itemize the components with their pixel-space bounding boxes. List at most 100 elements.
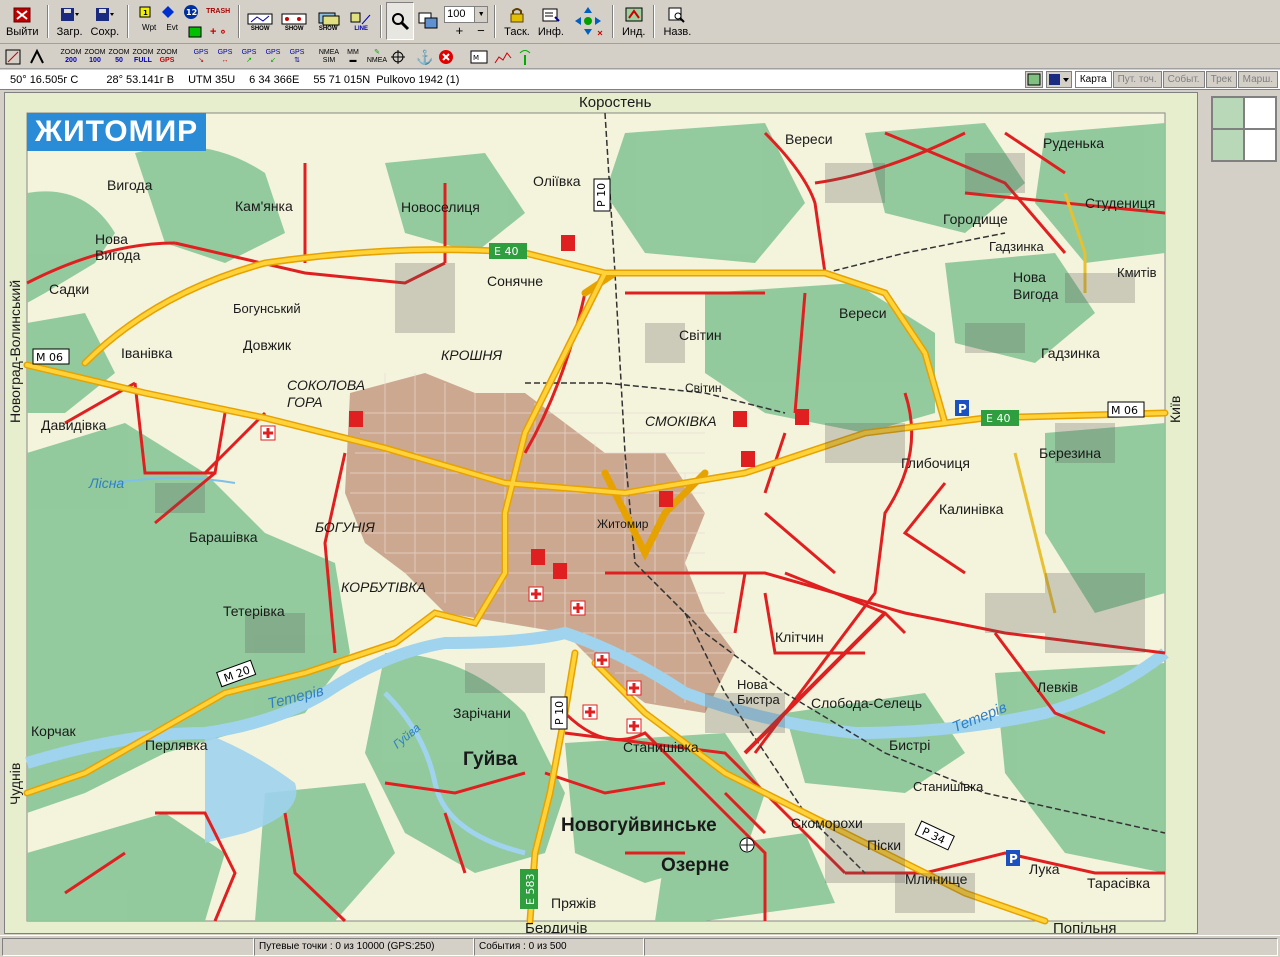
- tab-waypoints[interactable]: Пут. точ.: [1112, 71, 1162, 88]
- zoom-50-button[interactable]: ZOOM 50: [108, 47, 130, 67]
- zoom-200-button[interactable]: ZOOM 200: [60, 47, 82, 67]
- map-label-berdychiv[interactable]: Бердичів: [525, 920, 587, 933]
- map-label-mlynyshche[interactable]: Млинище: [905, 871, 967, 887]
- map-label-teterivka[interactable]: Тетерівка: [223, 603, 285, 619]
- map-label-svityn-n[interactable]: Світин: [679, 327, 722, 343]
- map-canvas[interactable]: E 40 E 40 M 06 M 06 P 10 P 10 M 20 P 34 …: [4, 92, 1198, 934]
- zoom-in-icon[interactable]: +: [456, 23, 464, 38]
- zoom-select[interactable]: 100 ▼: [444, 5, 489, 23]
- gps-button-2[interactable]: GPS ↔: [214, 47, 236, 67]
- map-label-lisna-river[interactable]: Лісна: [89, 475, 124, 491]
- map-label-perliavka[interactable]: Перлявка: [145, 737, 208, 753]
- chevron-down-icon[interactable]: ▼: [474, 6, 488, 22]
- indicator-button[interactable]: Инд.: [618, 2, 649, 40]
- map-label-korbutivka[interactable]: КОРБУТІВКА: [341, 579, 426, 595]
- map-label-rudenka[interactable]: Руденька: [1043, 135, 1104, 151]
- map-label-pisky[interactable]: Піски: [867, 837, 901, 853]
- map-label-horodyshche[interactable]: Городище: [943, 211, 1008, 227]
- map-label-sonyachne[interactable]: Сонячне: [487, 273, 543, 289]
- minimap-tile[interactable]: [1212, 97, 1244, 129]
- map-label-kmytiv[interactable]: Кмитів: [1117, 265, 1157, 280]
- tab-track[interactable]: Трек: [1205, 71, 1237, 88]
- map-label-chudniv[interactable]: Чуднів: [7, 763, 23, 805]
- tab-events[interactable]: Событ.: [1162, 71, 1205, 88]
- map-label-klitchyn[interactable]: Клітчин: [775, 629, 824, 645]
- map-image-icon[interactable]: [1024, 71, 1043, 88]
- exit-button[interactable]: Выйти: [2, 2, 43, 40]
- mm-button[interactable]: MM ▬: [342, 47, 364, 67]
- map-label-ivanivka[interactable]: Іванівка: [121, 345, 172, 361]
- zoom-out-icon[interactable]: −: [477, 23, 485, 38]
- map-label-zarichany[interactable]: Зарічани: [453, 705, 511, 721]
- add-point-icon[interactable]: + ∘: [208, 23, 228, 41]
- map-label-sloboda[interactable]: Слобода-Селець: [811, 695, 922, 711]
- zoom-full-button[interactable]: ZOOM FULL: [132, 47, 154, 67]
- map-label-hadzynka-n[interactable]: Гадзинка: [989, 239, 1044, 254]
- map-label-huiva[interactable]: Гуйва: [463, 749, 517, 771]
- anchor-icon[interactable]: ⚓: [414, 47, 436, 67]
- profile-icon[interactable]: [494, 47, 516, 67]
- map-label-novoselytsia[interactable]: Новоселиця: [401, 199, 480, 215]
- map-label-oliivka[interactable]: Оліївка: [533, 173, 581, 189]
- map-label-barashivka[interactable]: Барашівка: [189, 529, 258, 545]
- save-button[interactable]: Сохр.: [87, 2, 124, 40]
- gps-button-4[interactable]: GPS ↙: [262, 47, 284, 67]
- window-tool-button[interactable]: [414, 2, 442, 40]
- map-label-davydivka[interactable]: Давидівка: [41, 417, 106, 433]
- map-label-kamianka[interactable]: Кам'янка: [235, 198, 293, 214]
- gps-button-5[interactable]: GPS ⇅: [286, 47, 308, 67]
- map-label-berezyna[interactable]: Березина: [1039, 445, 1101, 461]
- map-label-sadky[interactable]: Садки: [49, 281, 89, 297]
- map-label-sokolova-hora[interactable]: СОКОЛОВА ГОРА: [287, 377, 367, 411]
- map-label-korosten[interactable]: Коростень: [579, 94, 651, 111]
- map-label-nova-vyhoda-e[interactable]: Нова Вигода: [1013, 269, 1073, 303]
- crosshair-icon[interactable]: [390, 47, 412, 67]
- map-label-bystri[interactable]: Бистрі: [889, 737, 930, 753]
- zoom-100-button[interactable]: ZOOM 100: [84, 47, 106, 67]
- map-label-dovzhyk[interactable]: Довжик: [243, 337, 291, 353]
- overview-minimap[interactable]: [1211, 96, 1277, 162]
- zoom-tool-button[interactable]: [386, 2, 415, 40]
- event-number-icon[interactable]: 12: [181, 3, 201, 21]
- map-label-vyhoda[interactable]: Вигода: [107, 177, 152, 193]
- tab-route[interactable]: Марш.: [1237, 71, 1278, 88]
- tab-map[interactable]: Карта: [1074, 71, 1112, 88]
- map-label-popilnia[interactable]: Попільня: [1053, 920, 1117, 933]
- trash-button[interactable]: TRASH: [204, 3, 232, 21]
- map-label-hadzynka-s[interactable]: Гадзинка: [1041, 345, 1100, 361]
- map-label-novograd[interactable]: Новоград-Волинський: [7, 280, 23, 423]
- map-label-hlybochytsia[interactable]: Глибочиця: [901, 455, 970, 471]
- map-label-levkiv[interactable]: Левків: [1037, 679, 1078, 695]
- map-label-kyiv[interactable]: Київ: [1167, 396, 1183, 423]
- minimap-tile[interactable]: [1212, 129, 1244, 161]
- line-button[interactable]: LINE: [348, 5, 374, 39]
- map-label-ozerne[interactable]: Озерне: [661, 855, 729, 877]
- map-label-zhytomyr[interactable]: Житомир: [597, 517, 648, 531]
- zoom-gps-button[interactable]: ZOOM GPS: [156, 47, 178, 67]
- info-button[interactable]: Инф.: [534, 2, 568, 40]
- scale-tool-icon[interactable]: [4, 47, 26, 67]
- map-label-stanyshivka-e[interactable]: Станишівка: [913, 779, 983, 794]
- route-show-button[interactable]: SHOW: [280, 5, 308, 39]
- map-label-luka[interactable]: Лука: [1029, 861, 1060, 877]
- map-label-bohuniia[interactable]: БОГУНІЯ: [315, 519, 375, 535]
- map-label-veresy-n[interactable]: Вереси: [785, 131, 833, 147]
- track-show-button[interactable]: SHOW: [246, 5, 274, 39]
- map-label-kroshnia[interactable]: КРОШНЯ: [441, 347, 502, 363]
- map-label-smokivka[interactable]: СМОКІВКА: [645, 413, 717, 429]
- waypoint-flag-icon[interactable]: 1: [135, 3, 155, 21]
- load-button[interactable]: Загр.: [53, 2, 87, 40]
- gps-button-3[interactable]: GPS ↗: [238, 47, 260, 67]
- name-button[interactable]: Назв.: [659, 2, 695, 40]
- map-label-bohunskyi[interactable]: Богунський: [233, 301, 301, 316]
- map-label-korchak[interactable]: Корчак: [31, 723, 76, 739]
- pan-button[interactable]: [568, 2, 608, 40]
- map-label-tarasivka[interactable]: Тарасівка: [1087, 875, 1150, 891]
- map-label-priazhiv[interactable]: Пряжів: [551, 895, 596, 911]
- map-label-veresy-s[interactable]: Вереси: [839, 305, 887, 321]
- minimap-tile[interactable]: [1244, 129, 1276, 161]
- map-label-kalynivka[interactable]: Калинівка: [939, 501, 1003, 517]
- map-label-studenytsia[interactable]: Студениця: [1085, 195, 1155, 211]
- message-icon[interactable]: M: [470, 47, 492, 67]
- map-label-nova-vyhoda[interactable]: Нова Вигода: [95, 231, 145, 263]
